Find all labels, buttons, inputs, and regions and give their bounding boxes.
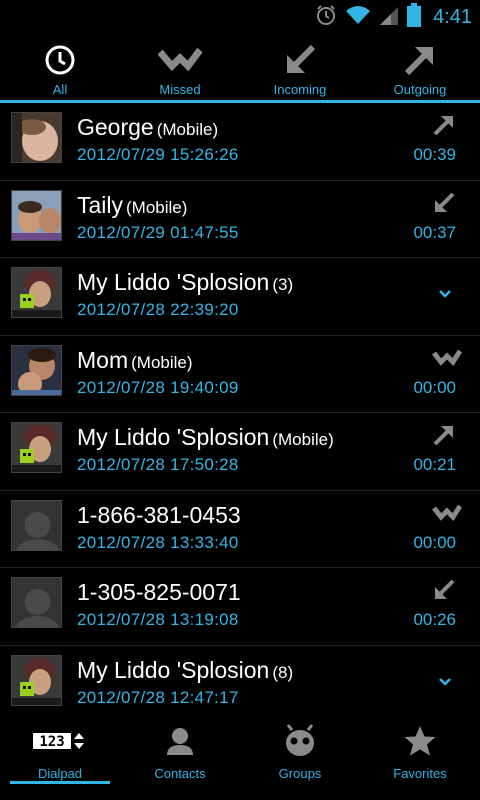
call-filter-tabs: All Missed Incoming Outgoing	[0, 34, 480, 102]
nav-groups[interactable]: Groups	[240, 712, 360, 800]
call-log-item[interactable]: 1-866-381-0453 2012/07/28 13:33:40 00:00	[0, 491, 480, 568]
nav-dialpad[interactable]: 123 Dialpad	[0, 712, 120, 800]
call-log-item[interactable]: My Liddo 'Splosion (8) 2012/07/28 12:47:1…	[0, 646, 480, 709]
tab-label: All	[52, 82, 68, 97]
contact-photo[interactable]	[11, 112, 62, 163]
contact-name: My Liddo 'Splosion (Mobile)	[77, 424, 334, 450]
call-date: 2012/07/28 17:50:28	[77, 455, 239, 474]
contact-photo[interactable]	[11, 422, 62, 473]
contact-name: 1-866-381-0453	[77, 501, 241, 528]
call-duration: 00:00	[413, 532, 456, 552]
missed-call-icon	[432, 501, 463, 525]
clock-time: 4:41	[433, 5, 472, 28]
battery-icon	[407, 3, 422, 31]
call-log-item[interactable]: Mom (Mobile) 2012/07/28 19:40:09 00:00	[0, 336, 480, 413]
star-icon	[403, 722, 437, 760]
tab-missed[interactable]: Missed	[120, 34, 240, 102]
svg-text:123: 123	[39, 734, 64, 750]
default-contact-photo[interactable]	[11, 577, 62, 628]
contacts-icon	[164, 722, 196, 760]
call-log-item[interactable]: My Liddo 'Splosion (3) 2012/07/28 22:39:2…	[0, 258, 480, 336]
contact-name: My Liddo 'Splosion (8)	[77, 656, 294, 683]
contact-name: Taily (Mobile)	[77, 191, 188, 218]
outgoing-call-icon	[432, 423, 456, 447]
alarm-icon	[315, 4, 337, 30]
chevron-down-icon[interactable]	[438, 672, 452, 686]
groups-icon	[283, 722, 317, 760]
contact-photo[interactable]	[11, 189, 62, 241]
wifi-icon	[345, 4, 371, 30]
call-duration: 00:39	[413, 145, 456, 164]
outgoing-call-icon	[403, 42, 437, 78]
contact-name: 1-305-825-0071	[77, 579, 241, 605]
dialpad-icon: 123	[33, 722, 87, 760]
call-duration: 00:00	[413, 377, 456, 397]
call-date: 2012/07/28 13:33:40	[77, 532, 239, 552]
clock-icon	[44, 42, 76, 78]
missed-call-icon	[432, 346, 463, 370]
contact-photo[interactable]	[11, 654, 62, 706]
signal-icon	[379, 4, 399, 30]
outgoing-call-icon	[432, 113, 456, 137]
bottom-navigation: 123 Dialpad Contacts Groups Favorites	[0, 712, 480, 800]
call-log-item[interactable]: 1-305-825-0071 2012/07/28 13:19:08 00:26	[0, 568, 480, 646]
contact-name: My Liddo 'Splosion (3)	[77, 269, 294, 295]
tab-outgoing[interactable]: Outgoing	[360, 34, 480, 102]
contact-name: George (Mobile)	[77, 114, 219, 140]
call-log-list: George (Mobile) 2012/07/29 15:26:26 00:39…	[0, 103, 480, 708]
tab-incoming[interactable]: Incoming	[240, 34, 360, 102]
chevron-down-icon[interactable]	[438, 284, 452, 298]
nav-contacts[interactable]: Contacts	[120, 712, 240, 800]
active-nav-indicator	[10, 781, 110, 784]
nav-label: Groups	[278, 766, 322, 781]
call-log-item[interactable]: My Liddo 'Splosion (Mobile) 2012/07/28 17…	[0, 413, 480, 491]
nav-label: Contacts	[154, 766, 206, 781]
tab-label: Incoming	[273, 82, 327, 97]
tab-label: Outgoing	[393, 82, 447, 97]
call-duration: 00:21	[413, 455, 456, 474]
status-bar: 4:41	[0, 0, 480, 34]
contact-photo[interactable]	[11, 267, 62, 318]
call-log-item[interactable]: Taily (Mobile) 2012/07/29 01:47:55 00:37	[0, 181, 480, 258]
call-log-item[interactable]: George (Mobile) 2012/07/29 15:26:26 00:39	[0, 103, 480, 181]
nav-favorites[interactable]: Favorites	[360, 712, 480, 800]
call-duration: 00:37	[413, 222, 456, 242]
incoming-call-icon	[283, 42, 317, 78]
nav-label: Favorites	[393, 766, 447, 781]
missed-call-icon	[158, 42, 202, 78]
tab-label: Missed	[159, 82, 201, 97]
tab-all[interactable]: All	[0, 34, 120, 102]
contact-name: Mom (Mobile)	[77, 346, 193, 373]
call-date: 2012/07/28 12:47:17	[77, 687, 239, 707]
incoming-call-icon	[432, 191, 456, 215]
call-date: 2012/07/28 13:19:08	[77, 610, 239, 629]
call-date: 2012/07/28 22:39:20	[77, 300, 239, 319]
call-date: 2012/07/29 15:26:26	[77, 145, 239, 164]
call-duration: 00:26	[413, 610, 456, 629]
nav-label: Dialpad	[37, 766, 83, 781]
call-date: 2012/07/29 01:47:55	[77, 222, 239, 242]
incoming-call-icon	[432, 578, 456, 602]
call-date: 2012/07/28 19:40:09	[77, 377, 239, 397]
contact-photo[interactable]	[11, 344, 62, 396]
default-contact-photo[interactable]	[11, 499, 62, 551]
